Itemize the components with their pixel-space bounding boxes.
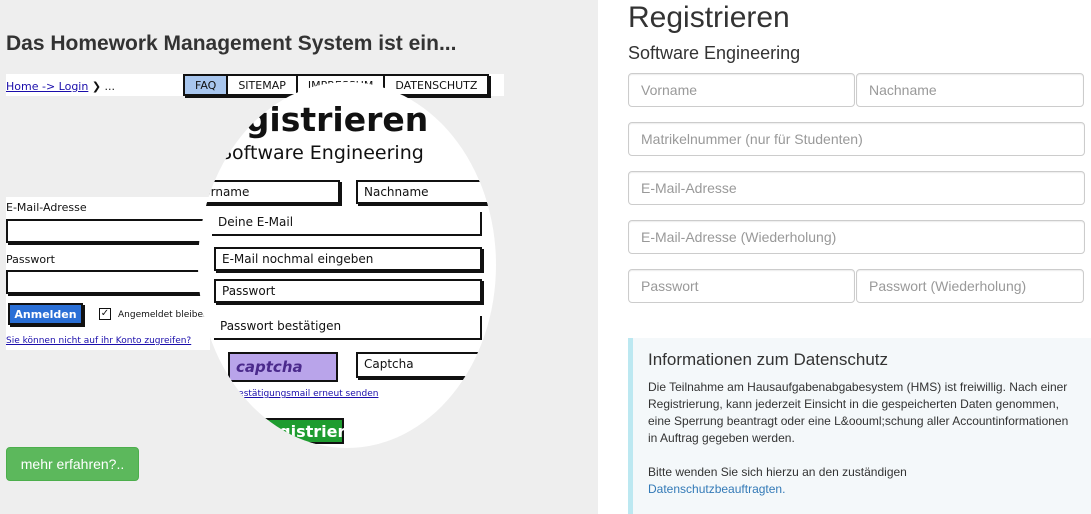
sketch-field-email: Deine E-Mail bbox=[212, 212, 482, 236]
sketch-email-label: E-Mail-Adresse bbox=[6, 201, 87, 214]
password-input[interactable] bbox=[628, 269, 855, 303]
sketch-field-password-confirm: Passwort bestätigen bbox=[214, 316, 482, 340]
intro-panel: Das Homework Management System ist ein..… bbox=[0, 0, 598, 514]
privacy-info-text: Die Teilnahme am Hausaufgabenabgabesyste… bbox=[648, 380, 1069, 445]
sketch-nav-faq: FAQ bbox=[185, 76, 229, 94]
email-input[interactable] bbox=[628, 171, 1085, 205]
sketch-captcha-image: captcha bbox=[228, 352, 338, 382]
privacy-info-title: Informationen zum Datenschutz bbox=[648, 350, 889, 369]
sketch-password-box bbox=[6, 270, 206, 294]
sketch-breadcrumb-tail: ❯ ... bbox=[91, 80, 116, 93]
password-repeat-input[interactable] bbox=[856, 269, 1084, 303]
sketch-breadcrumb-link: Home -> Login bbox=[6, 80, 89, 93]
firstname-input[interactable] bbox=[628, 73, 855, 107]
sketch-field-vorname: Vorname bbox=[198, 180, 340, 204]
sketch-checkbox: ✓ bbox=[99, 308, 111, 320]
sketch-login-button: Anmelden bbox=[8, 303, 83, 325]
matrikel-input[interactable] bbox=[628, 122, 1085, 156]
sketch-magnifier: Registrieren Software Engineering Vornam… bbox=[198, 82, 496, 448]
sketch-field-captcha: Captcha bbox=[356, 352, 496, 378]
sketch-reg-title: Registrieren bbox=[198, 100, 429, 139]
sketch-nav-sitemap: SITEMAP bbox=[228, 76, 298, 94]
sketch-nav-datenschutz: DATENSCHUTZ bbox=[395, 79, 478, 92]
sketch-forgot-link: Sie können nicht auf ihr Konto zugreifen… bbox=[6, 336, 192, 346]
privacy-info-box: Informationen zum Datenschutz Die Teilna… bbox=[628, 338, 1091, 514]
privacy-officer-link[interactable]: Datenschutzbeauftragten. bbox=[648, 482, 785, 496]
email-repeat-input[interactable] bbox=[628, 220, 1085, 254]
sketch-resend-link: Bestätigungsmail erneut senden bbox=[232, 389, 379, 399]
sketch-field-email-repeat: E-Mail nochmal eingeben bbox=[214, 247, 482, 271]
sketch-reg-subtitle: Software Engineering bbox=[220, 142, 424, 164]
sketch-password-label: Passwort bbox=[6, 253, 55, 266]
page-subtitle: Software Engineering bbox=[628, 43, 801, 63]
lastname-input[interactable] bbox=[856, 73, 1084, 107]
intro-headline: Das Homework Management System ist ein..… bbox=[6, 32, 457, 55]
sketch-field-password: Passwort bbox=[214, 279, 482, 303]
registration-panel: Registrieren Software Engineering Inform… bbox=[598, 0, 1091, 514]
sketch-remember-label: Angemeldet bleiben bbox=[118, 310, 209, 320]
sketch-breadcrumb: Home -> Login ❯ ... bbox=[6, 80, 115, 93]
sketch-register-button: Registrieren bbox=[228, 418, 368, 444]
sketch-field-nachname: Nachname bbox=[356, 180, 496, 204]
learn-more-button[interactable]: mehr erfahren?.. bbox=[6, 447, 139, 481]
privacy-contact-prefix: Bitte wenden Sie sich hierzu an den zust… bbox=[648, 465, 907, 479]
privacy-contact: Bitte wenden Sie sich hierzu an den zust… bbox=[648, 464, 1076, 498]
sketch-email-box bbox=[6, 219, 206, 243]
page-title: Registrieren bbox=[628, 1, 790, 34]
